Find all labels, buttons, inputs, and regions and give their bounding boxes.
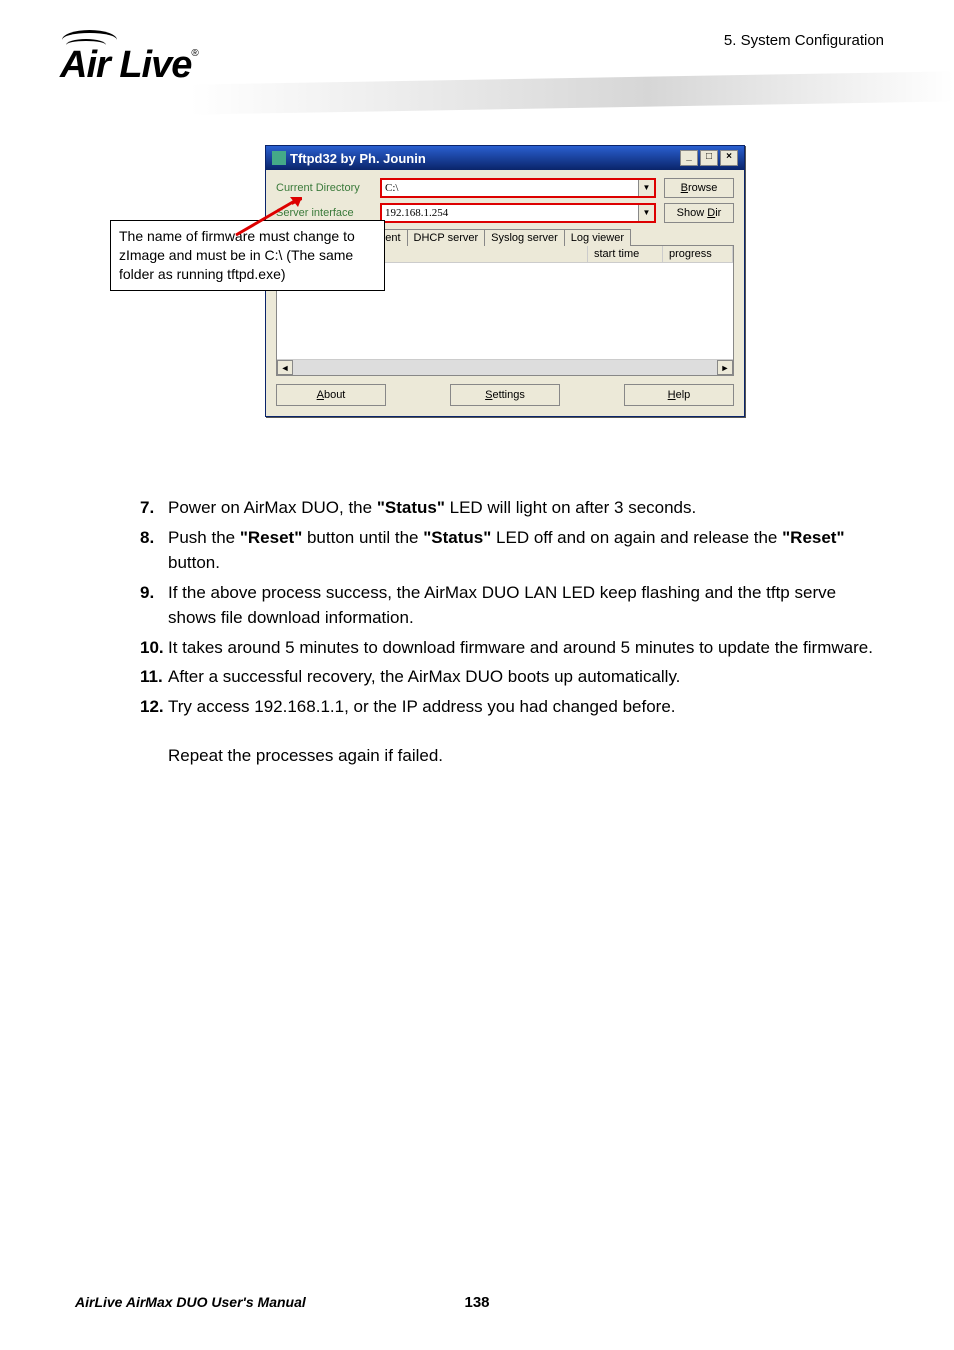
- step-8: 8. Push the "Reset" button until the "St…: [140, 525, 879, 576]
- dropdown-icon[interactable]: ▼: [638, 180, 654, 196]
- current-directory-label: Current Directory: [276, 182, 376, 194]
- browse-button[interactable]: Browse: [664, 178, 734, 198]
- instruction-text: 7. Power on AirMax DUO, the "Status" LED…: [140, 495, 879, 769]
- step-12: 12. Try access 192.168.1.1, or the IP ad…: [140, 694, 879, 720]
- current-directory-combo[interactable]: ▼: [380, 178, 656, 198]
- step-7: 7. Power on AirMax DUO, the "Status" LED…: [140, 495, 879, 521]
- close-button[interactable]: ×: [720, 150, 738, 166]
- header-decoration: [190, 71, 954, 114]
- server-interface-input[interactable]: [382, 205, 638, 221]
- app-icon: [272, 151, 286, 165]
- step-10: 10. It takes around 5 minutes to downloa…: [140, 635, 879, 661]
- horizontal-scrollbar[interactable]: ◄ ►: [277, 359, 733, 375]
- chapter-label: 5. System Configuration: [724, 32, 884, 49]
- step-11: 11. After a successful recovery, the Air…: [140, 664, 879, 690]
- repeat-note: Repeat the processes again if failed.: [168, 743, 879, 769]
- maximize-button[interactable]: □: [700, 150, 718, 166]
- tab-log-viewer[interactable]: Log viewer: [564, 229, 631, 246]
- footer-title: AirLive AirMax DUO User's Manual: [75, 1294, 306, 1310]
- help-button[interactable]: Help: [624, 384, 734, 406]
- current-directory-input[interactable]: [382, 180, 638, 196]
- page-footer: AirLive AirMax DUO User's Manual 138: [75, 1294, 879, 1310]
- col-progress[interactable]: progress: [663, 246, 733, 262]
- window-title-bar[interactable]: Tftpd32 by Ph. Jounin _ □ ×: [266, 146, 744, 170]
- dropdown-icon[interactable]: ▼: [638, 205, 654, 221]
- page-number: 138: [464, 1294, 489, 1311]
- step-9: 9. If the above process success, the Air…: [140, 580, 879, 631]
- tab-syslog-server[interactable]: Syslog server: [484, 229, 565, 246]
- tab-dhcp-server[interactable]: DHCP server: [407, 229, 486, 246]
- scroll-right-icon[interactable]: ►: [717, 360, 733, 375]
- minimize-button[interactable]: _: [680, 150, 698, 166]
- show-dir-button[interactable]: Show Dir: [664, 203, 734, 223]
- tftpd-screenshot: The name of firmware must change to zIma…: [110, 145, 830, 455]
- browse-label: rowse: [688, 182, 717, 194]
- callout-arrow-icon: [230, 197, 302, 242]
- window-title: Tftpd32 by Ph. Jounin: [290, 151, 426, 166]
- col-start-time[interactable]: start time: [588, 246, 663, 262]
- page-header: 5. System Configuration Air Live®: [0, 0, 954, 120]
- brand-logo: Air Live®: [60, 30, 198, 87]
- scroll-left-icon[interactable]: ◄: [277, 360, 293, 375]
- about-button[interactable]: About: [276, 384, 386, 406]
- settings-button[interactable]: Settings: [450, 384, 560, 406]
- server-interface-combo[interactable]: ▼: [380, 203, 656, 223]
